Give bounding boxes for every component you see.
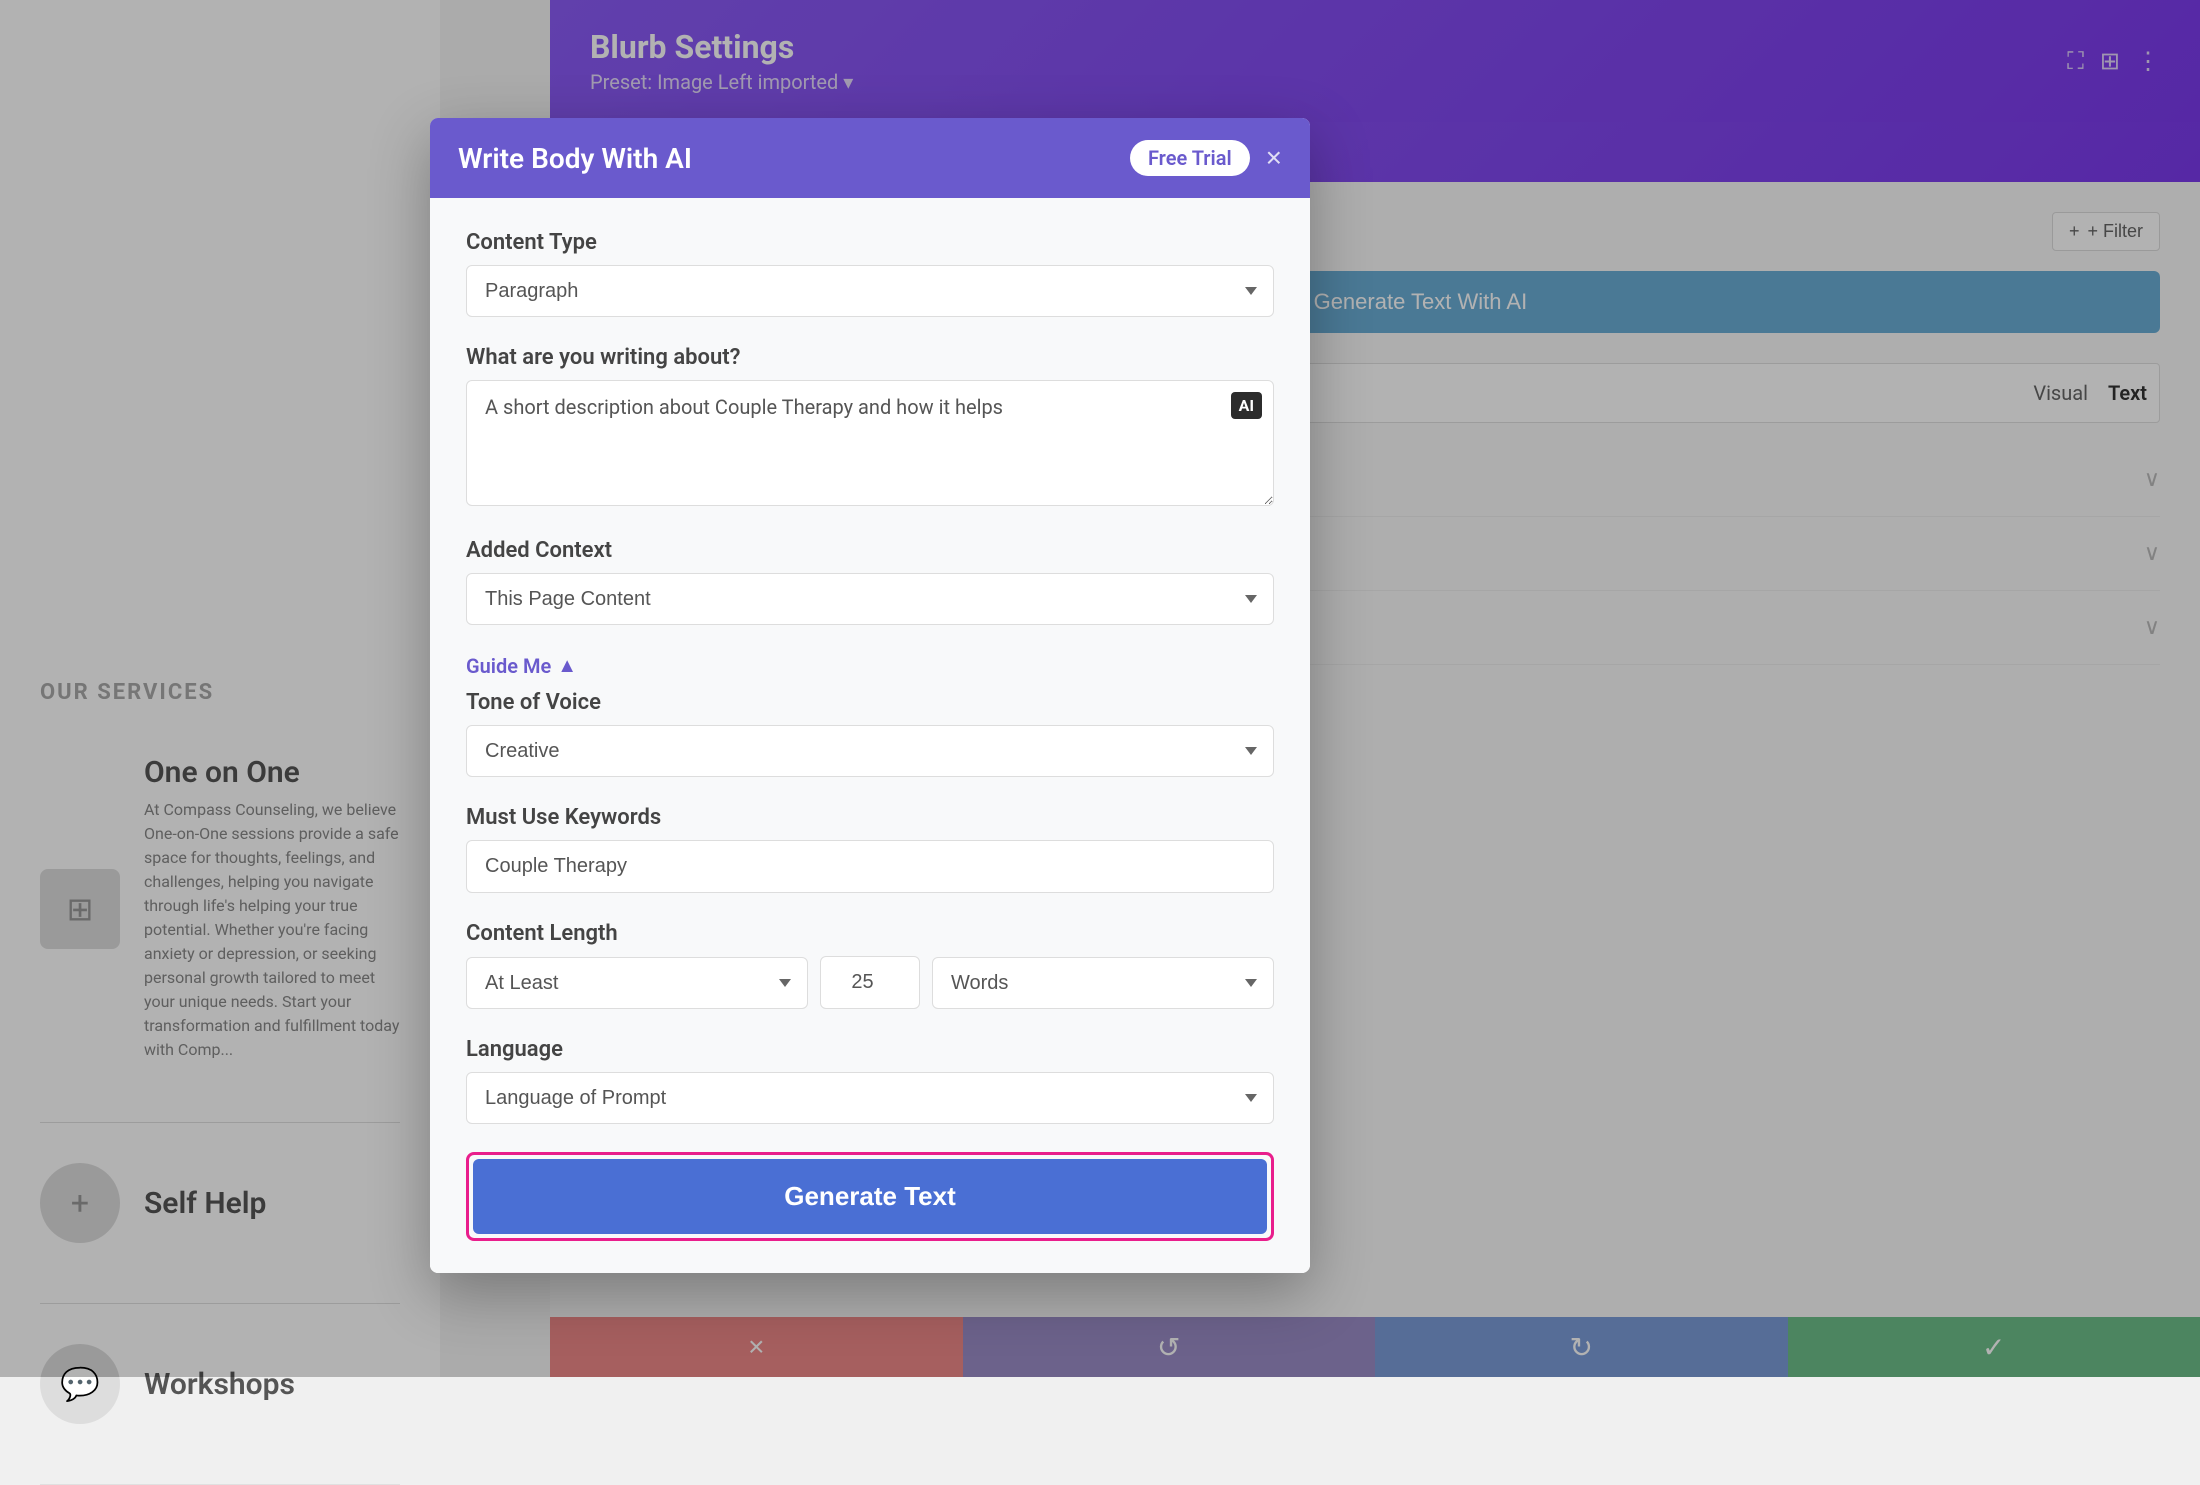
ai-badge: AI [1231,392,1262,419]
content-length-number[interactable] [820,956,920,1009]
free-trial-badge[interactable]: Free Trial [1130,140,1250,176]
keywords-label: Must Use Keywords [466,805,1274,830]
content-type-group: Content Type Paragraph [466,230,1274,317]
generate-btn-wrapper: Generate Text [466,1152,1274,1241]
tone-of-voice-select[interactable]: Creative [466,725,1274,777]
modal-header: Write Body With AI Free Trial × [430,118,1310,198]
language-select[interactable]: Language of Prompt [466,1072,1274,1124]
guide-me-label: Guide Me [466,654,551,678]
keywords-group: Must Use Keywords [466,805,1274,893]
content-length-group: Content Length At Least Words [466,921,1274,1009]
close-button[interactable]: × [1266,142,1282,174]
language-group: Language Language of Prompt [466,1037,1274,1124]
at-least-select[interactable]: At Least [466,957,808,1009]
added-context-group: Added Context This Page Content [466,538,1274,625]
added-context-label: Added Context [466,538,1274,563]
writing-about-label: What are you writing about? [466,345,1274,370]
guide-me-arrow: ▲ [557,653,577,678]
words-select[interactable]: Words [932,957,1274,1009]
keywords-input[interactable] [466,840,1274,893]
tone-of-voice-label: Tone of Voice [466,690,1274,715]
generate-text-button[interactable]: Generate Text [473,1159,1267,1234]
content-length-label: Content Length [466,921,1274,946]
language-label: Language [466,1037,1274,1062]
generate-label: Generate Text [784,1181,955,1212]
writing-about-textarea[interactable] [466,380,1274,506]
content-type-label: Content Type [466,230,1274,255]
content-type-select[interactable]: Paragraph [466,265,1274,317]
modal-title: Write Body With AI [458,142,692,175]
writing-about-group: What are you writing about? AI [466,345,1274,510]
textarea-wrapper: AI [466,380,1274,510]
guide-me-link[interactable]: Guide Me ▲ [466,653,577,678]
modal-body: Content Type Paragraph What are you writ… [430,198,1310,1273]
modal-header-right: Free Trial × [1130,140,1282,176]
tone-of-voice-group: Tone of Voice Creative [466,690,1274,777]
added-context-select[interactable]: This Page Content [466,573,1274,625]
write-body-modal: Write Body With AI Free Trial × Content … [430,118,1310,1273]
content-length-row: At Least Words [466,956,1274,1009]
